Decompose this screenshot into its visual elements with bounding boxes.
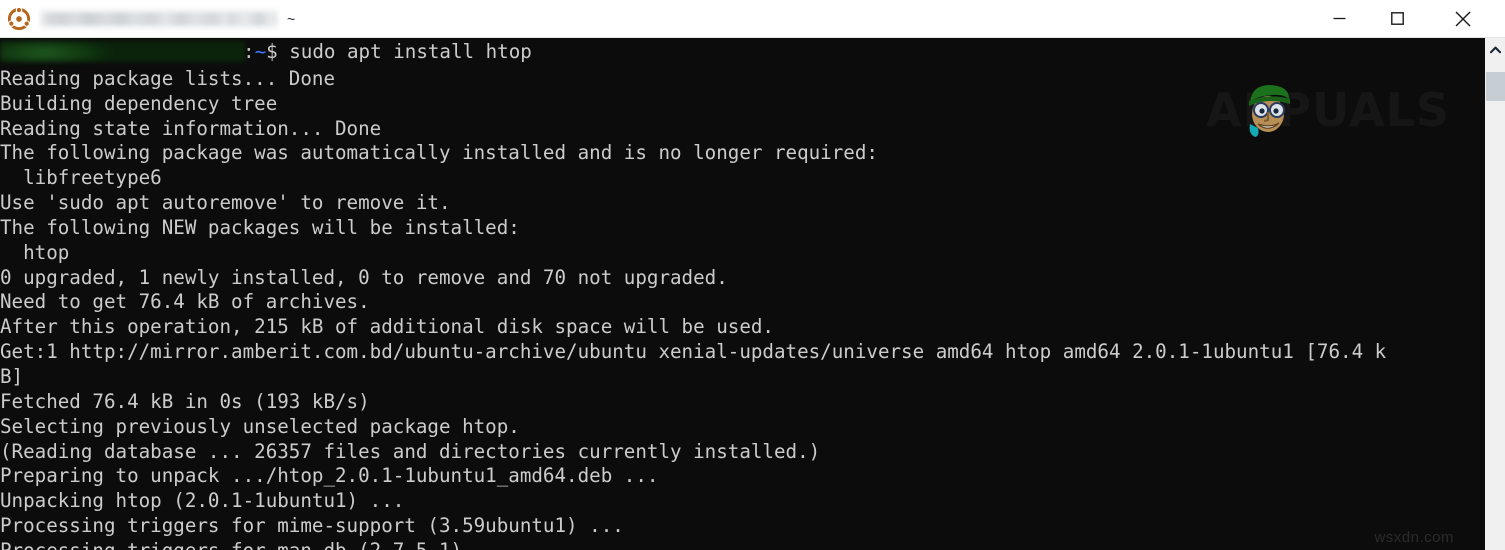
terminal-line: Preparing to unpack .../htop_2.0.1-1ubun… [0, 464, 659, 488]
prompt-path: ~ [254, 40, 267, 63]
prompt-sigil: $ [266, 40, 278, 63]
terminal-line: B] [0, 364, 24, 388]
terminal-line: Get:1 http://mirror.amberit.com.bd/ubunt… [0, 340, 1387, 364]
minimize-button[interactable] [1315, 0, 1363, 38]
window-title-area: ~ [38, 0, 1315, 38]
window-title-redacted [40, 7, 278, 30]
prompt-command: sudo apt install htop [289, 40, 532, 63]
scrollbar-edge [1481, 38, 1485, 550]
terminal-text: :~$ sudo apt install htop Reading packag… [0, 38, 1484, 550]
ubuntu-logo-icon [0, 0, 38, 38]
terminal-line: (Reading database ... 26357 files and di… [0, 439, 821, 463]
window-title-path: ~ [287, 10, 296, 27]
terminal-line: Processing triggers for man-db (2.7.5-1) [0, 539, 1484, 550]
terminal-line: After this operation, 215 kB of addition… [0, 315, 774, 339]
scroll-up-button[interactable] [1485, 38, 1505, 61]
terminal-output-lines: Reading package lists... Done Building de… [0, 65, 1484, 550]
vertical-scrollbar[interactable] [1481, 38, 1505, 550]
terminal-prompt-line: :~$ sudo apt install htop [0, 38, 1484, 65]
scrollbar-thumb[interactable] [1486, 72, 1505, 101]
terminal-line: htop [0, 240, 70, 264]
close-button[interactable] [1439, 0, 1487, 38]
terminal-line: libfreetype6 [0, 166, 162, 190]
terminal-line: The following NEW packages will be insta… [0, 215, 520, 239]
terminal-window: ~:~$ sudo apt install htop Reading pack… [0, 0, 1505, 550]
terminal-line: 0 upgraded, 1 newly installed, 0 to remo… [0, 265, 728, 289]
window-controls [1315, 0, 1505, 38]
terminal-line: Fetched 76.4 kB in 0s (193 kB/s) [0, 389, 370, 413]
terminal-line: Need to get 76.4 kB of archives. [0, 290, 370, 314]
terminal-line: Use 'sudo apt autoremove' to remove it. [0, 191, 451, 215]
terminal-line: Selecting previously unselected package … [0, 414, 520, 438]
terminal-line: Building dependency tree [0, 91, 278, 115]
maximize-button[interactable] [1373, 0, 1421, 38]
terminal-line: Reading package lists... Done [0, 66, 336, 90]
terminal-line: Processing triggers for mime-support (3.… [0, 514, 624, 538]
terminal-output[interactable]: :~$ sudo apt install htop Reading packag… [0, 38, 1484, 550]
terminal-line: The following package was automatically … [0, 141, 878, 165]
terminal-line: Unpacking htop (2.0.1-1ubuntu1) ... [0, 489, 405, 513]
prompt-userhost-redacted [0, 41, 245, 62]
window-titlebar: ~ [0, 0, 1505, 38]
terminal-line: Reading state information... Done [0, 116, 382, 140]
